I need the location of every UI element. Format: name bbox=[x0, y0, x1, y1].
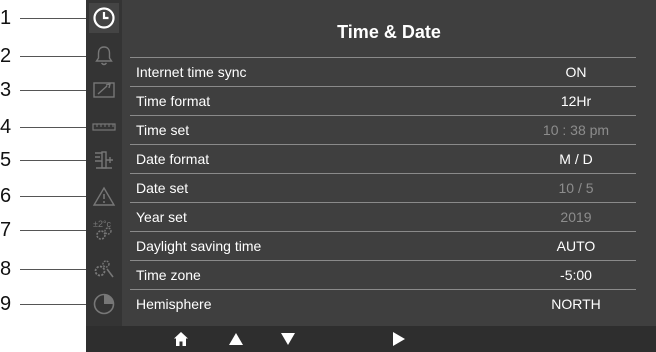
callout-line bbox=[20, 269, 86, 270]
callout-2: 2 bbox=[0, 46, 86, 66]
callout-line bbox=[20, 196, 86, 197]
callout-number: 6 bbox=[0, 185, 12, 207]
callout-number: 1 bbox=[0, 7, 12, 29]
callout-number: 3 bbox=[0, 79, 12, 101]
callout-line bbox=[20, 127, 86, 128]
callout-number: 7 bbox=[0, 219, 12, 241]
setting-label: Date format bbox=[136, 151, 210, 167]
setting-label: Internet time sync bbox=[136, 64, 247, 80]
setting-value: 12Hr bbox=[560, 93, 592, 109]
callout-number: 8 bbox=[0, 258, 12, 280]
callout-6: 6 bbox=[0, 186, 86, 206]
settings-list: Internet time sync ON Time format 12Hr T… bbox=[130, 57, 636, 318]
setting-label: Date set bbox=[136, 180, 189, 196]
callout-number: 9 bbox=[0, 293, 12, 315]
callout-line bbox=[20, 18, 86, 19]
setting-label: Time format bbox=[136, 93, 211, 109]
up-arrow-icon[interactable] bbox=[224, 329, 248, 349]
setting-row-time-zone[interactable]: Time zone -5:00 bbox=[130, 260, 636, 289]
temperature-calibration-icon[interactable]: ±2°c bbox=[89, 215, 119, 245]
callout-number: 5 bbox=[0, 149, 12, 171]
callout-labels: 1 2 3 4 5 6 7 8 9 bbox=[0, 0, 90, 352]
callout-line bbox=[20, 90, 86, 91]
callout-3: 3 bbox=[0, 80, 86, 100]
sidebar: ±2°c bbox=[86, 0, 122, 326]
setting-row-time-set[interactable]: Time set 10 : 38 pm bbox=[130, 115, 636, 144]
setting-value: M / D bbox=[559, 151, 593, 167]
callout-line bbox=[20, 160, 86, 161]
callout-line bbox=[20, 56, 86, 57]
callout-number: 2 bbox=[0, 45, 12, 67]
callout-7: 7 bbox=[0, 220, 86, 240]
warning-icon[interactable] bbox=[89, 181, 119, 211]
callout-number: 4 bbox=[0, 116, 12, 138]
setting-row-year-set[interactable]: Year set 2019 bbox=[130, 202, 636, 231]
setting-value: 10 / 5 bbox=[558, 180, 594, 196]
callout-1: 1 bbox=[0, 8, 86, 28]
right-arrow-icon[interactable] bbox=[387, 329, 411, 349]
clock-icon[interactable] bbox=[89, 3, 119, 33]
setting-label: Daylight saving time bbox=[136, 238, 262, 254]
settings-gears-icon[interactable] bbox=[89, 254, 119, 284]
setting-label: Time set bbox=[136, 122, 190, 138]
setting-row-date-set[interactable]: Date set 10 / 5 bbox=[130, 173, 636, 202]
down-arrow-icon[interactable] bbox=[276, 329, 300, 349]
callout-9: 9 bbox=[0, 294, 86, 314]
home-icon[interactable] bbox=[169, 329, 193, 349]
pie-chart-icon[interactable] bbox=[89, 289, 119, 319]
screwdriver-icon[interactable] bbox=[89, 75, 119, 105]
setting-row-internet-time-sync[interactable]: Internet time sync ON bbox=[130, 57, 636, 86]
bell-icon[interactable] bbox=[89, 41, 119, 71]
callout-4: 4 bbox=[0, 117, 86, 137]
setting-label: Hemisphere bbox=[136, 296, 212, 312]
ruler-icon[interactable] bbox=[89, 112, 119, 142]
setting-value: 2019 bbox=[560, 209, 592, 225]
setting-label: Time zone bbox=[136, 267, 201, 283]
callout-5: 5 bbox=[0, 150, 86, 170]
page-title: Time & Date bbox=[337, 22, 441, 42]
setting-row-time-format[interactable]: Time format 12Hr bbox=[130, 86, 636, 115]
callout-line bbox=[20, 230, 86, 231]
callout-line bbox=[20, 304, 86, 305]
callout-8: 8 bbox=[0, 259, 86, 279]
device-screen: ±2°c Time & Date Internet time sync ON T… bbox=[86, 0, 656, 352]
setting-label: Year set bbox=[136, 209, 187, 225]
bottom-nav-bar bbox=[86, 326, 656, 352]
sensor-icon[interactable] bbox=[89, 145, 119, 175]
setting-value: ON bbox=[565, 64, 587, 80]
setting-row-date-format[interactable]: Date format M / D bbox=[130, 144, 636, 173]
setting-row-daylight-saving-time[interactable]: Daylight saving time AUTO bbox=[130, 231, 636, 260]
setting-value: -5:00 bbox=[560, 267, 592, 283]
setting-value: 10 : 38 pm bbox=[542, 122, 610, 138]
setting-value: NORTH bbox=[551, 296, 601, 312]
setting-value: AUTO bbox=[556, 238, 596, 254]
setting-row-hemisphere[interactable]: Hemisphere NORTH bbox=[130, 289, 636, 318]
calibration-text: ±2°c bbox=[93, 219, 112, 229]
